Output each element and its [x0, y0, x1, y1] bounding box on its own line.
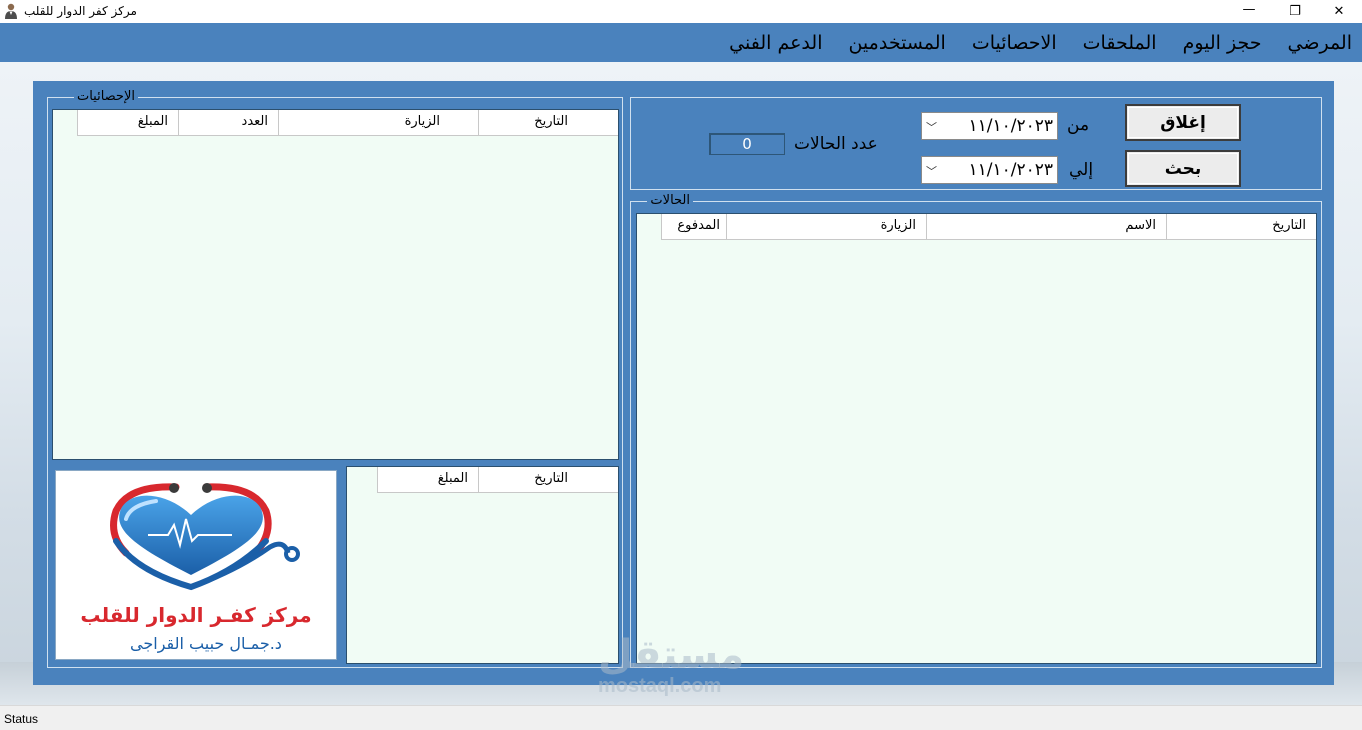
restore-button[interactable]: ❐ — [1272, 0, 1318, 23]
from-label: من — [1067, 115, 1090, 135]
column-name[interactable]: الاسم — [926, 214, 1166, 240]
to-date-value: ١١/١٠/٢٠٢٣ — [968, 160, 1053, 180]
logo-subtitle: د.جمـال حبيب القراجى — [130, 634, 282, 654]
menu-attachments[interactable]: الملحقات — [1083, 32, 1157, 54]
column-paid[interactable]: المدفوع — [661, 214, 726, 240]
amount-summary-header: التاريخ المبلغ — [377, 467, 618, 493]
column-count[interactable]: العدد — [178, 110, 278, 136]
from-date-picker[interactable]: ١١/١٠/٢٠٢٣ ﹀ — [921, 112, 1058, 140]
minimize-button[interactable]: — — [1226, 0, 1272, 21]
menu-statistics[interactable]: الاحصائيات — [972, 32, 1057, 54]
doctor-app-icon — [5, 3, 17, 19]
chevron-down-icon[interactable]: ﹀ — [926, 163, 937, 179]
statistics-table-header: التاريخ الزيارة العدد المبلغ — [77, 110, 618, 136]
close-icon: ✕ — [1333, 4, 1345, 19]
watermark-latin: mostaql.com — [598, 675, 722, 697]
menu-users[interactable]: المستخدمين — [848, 32, 945, 54]
cases-table-header: التاريخ الاسم الزيارة المدفوع — [661, 214, 1316, 240]
amount-summary-table[interactable]: التاريخ المبلغ — [346, 466, 619, 664]
logo-title: مركز كفـر الدوار للقلب — [80, 603, 311, 627]
menu-today-booking[interactable]: حجز اليوم — [1183, 32, 1262, 54]
statistics-group: الإحصائيات التاريخ الزيارة العدد المبلغ … — [47, 89, 623, 668]
status-bar: Status — [0, 705, 1362, 730]
chevron-down-icon[interactable]: ﹀ — [926, 119, 937, 135]
column-visit[interactable]: الزيارة — [278, 110, 478, 136]
close-window-button[interactable]: ✕ — [1316, 0, 1362, 23]
mostaql-watermark: مستقل mostaql.com — [598, 635, 744, 697]
title-bar: مركز كفر الدوار للقلب — ❐ ✕ — [0, 0, 1362, 23]
to-date-picker[interactable]: ١١/١٠/٢٠٢٣ ﹀ — [921, 156, 1058, 184]
statistics-group-label: الإحصائيات — [73, 89, 138, 104]
column-date[interactable]: التاريخ — [478, 467, 618, 493]
cases-count-label: عدد الحالات — [794, 134, 878, 154]
from-date-value: ١١/١٠/٢٠٢٣ — [968, 116, 1053, 136]
statistics-table[interactable]: التاريخ الزيارة العدد المبلغ — [52, 109, 619, 460]
restore-icon: ❐ — [1289, 4, 1301, 19]
clinic-logo: مركز كفـر الدوار للقلب د.جمـال حبيب القر… — [55, 470, 337, 660]
main-panel: إغلاق بحث من إلي ١١/١٠/٢٠٢٣ ﹀ ١١/١٠/٢٠٢٣… — [33, 81, 1334, 685]
status-text: Status — [4, 712, 39, 726]
menu-support[interactable]: الدعم الفني — [729, 32, 822, 54]
column-date[interactable]: التاريخ — [1166, 214, 1316, 240]
menu-bar: المرضي حجز اليوم الملحقات الاحصائيات الم… — [0, 23, 1362, 62]
cases-count-value: 0 — [709, 133, 785, 155]
to-label: إلي — [1069, 160, 1094, 180]
column-amount[interactable]: المبلغ — [77, 110, 178, 136]
cases-group: الحالات التاريخ الاسم الزيارة المدفوع — [630, 193, 1322, 668]
menu-patients[interactable]: المرضي — [1287, 32, 1352, 54]
close-button[interactable]: إغلاق — [1125, 104, 1241, 141]
cases-table[interactable]: التاريخ الاسم الزيارة المدفوع — [636, 213, 1317, 664]
watermark-arabic: مستقل — [598, 632, 745, 678]
window-title: مركز كفر الدوار للقلب — [24, 4, 137, 18]
search-group: إغلاق بحث من إلي ١١/١٠/٢٠٢٣ ﹀ ١١/١٠/٢٠٢٣… — [630, 97, 1322, 190]
heart-stethoscope-logo: مركز كفـر الدوار للقلب د.جمـال حبيب القر… — [80, 483, 312, 654]
column-amount[interactable]: المبلغ — [377, 467, 478, 493]
cases-group-label: الحالات — [647, 193, 693, 208]
column-date[interactable]: التاريخ — [478, 110, 618, 136]
search-button[interactable]: بحث — [1125, 150, 1241, 187]
column-visit[interactable]: الزيارة — [726, 214, 926, 240]
